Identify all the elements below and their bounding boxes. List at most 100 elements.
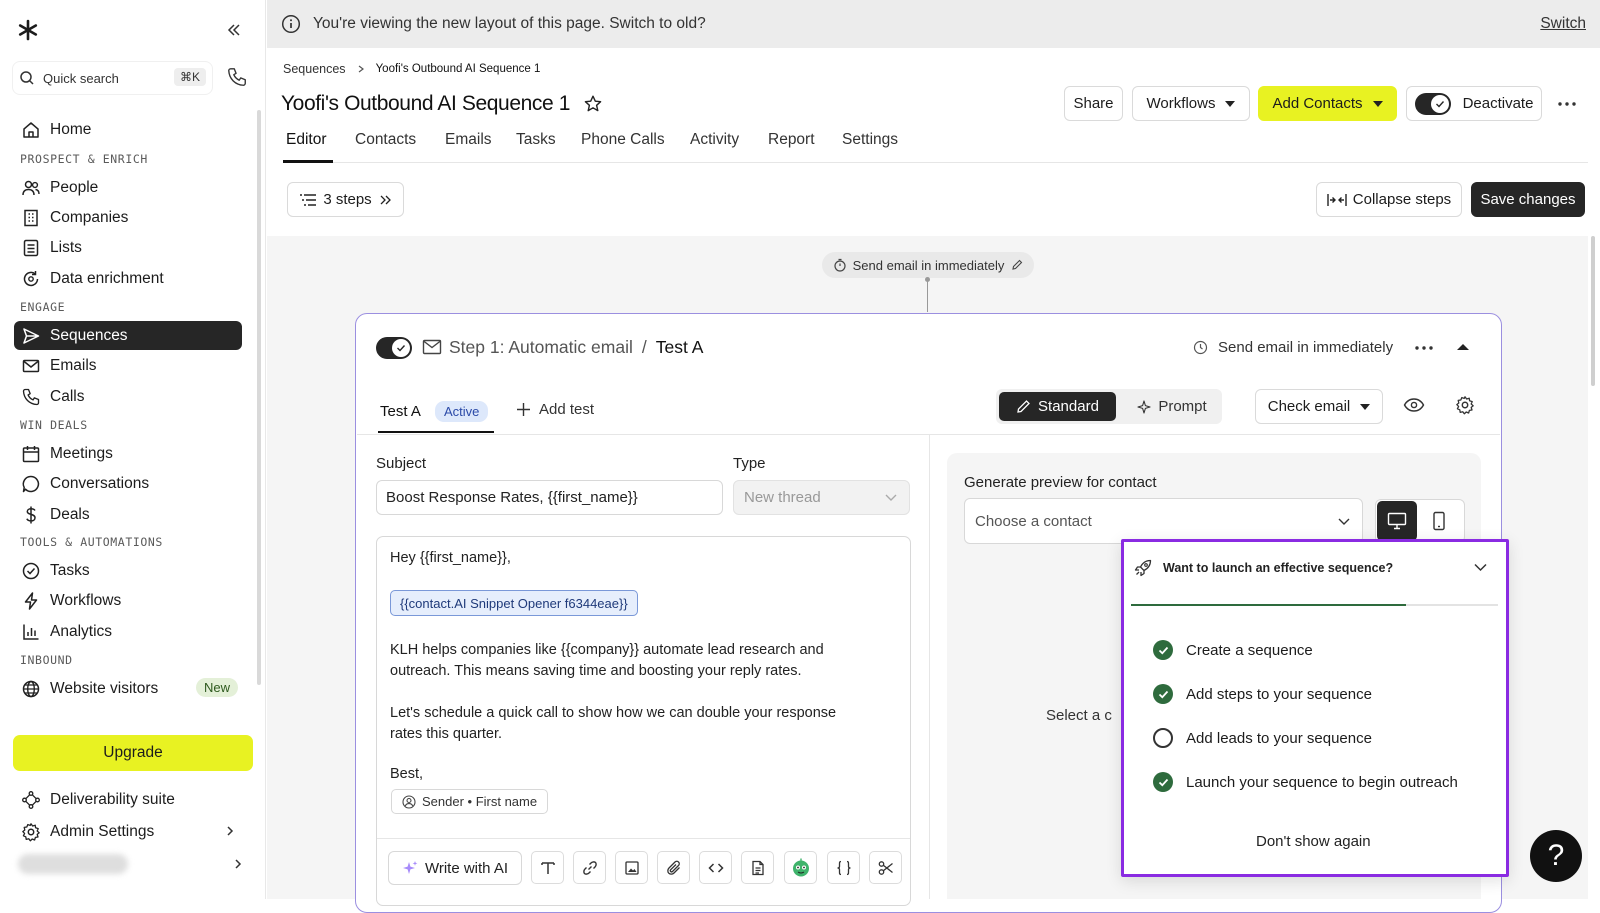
sidebar-item-lists[interactable]: Lists <box>14 233 242 262</box>
clock-icon <box>1193 340 1208 355</box>
checklist-item[interactable]: Add leads to your sequence <box>1153 728 1372 748</box>
sidebar-item-label: Analytics <box>50 622 113 640</box>
steps-button[interactable]: 3 steps <box>287 182 404 217</box>
tab-tasks[interactable]: Tasks <box>516 131 556 149</box>
deactivate-button[interactable]: Deactivate <box>1406 86 1542 121</box>
sidebar-item-home[interactable]: Home <box>14 115 242 144</box>
more-options-icon[interactable] <box>1558 102 1576 106</box>
sidebar-item-tasks[interactable]: Tasks <box>14 556 242 585</box>
sidebar-item-data-enrichment[interactable]: Data enrichment <box>14 264 242 293</box>
tab-editor[interactable]: Editor <box>286 131 327 149</box>
checklist-item[interactable]: Create a sequence <box>1153 640 1313 660</box>
chevron-right-icon[interactable] <box>232 858 244 870</box>
variables-braces-icon[interactable] <box>827 851 860 884</box>
document-icon[interactable] <box>741 851 774 884</box>
test-tab-a[interactable]: Test A <box>380 403 421 420</box>
checklist-item[interactable]: Add steps to your sequence <box>1153 684 1372 704</box>
sidebar-item-analytics[interactable]: Analytics <box>14 617 242 646</box>
ai-snippet-chip[interactable]: {{contact.AI Snippet Opener f6344eae}} <box>390 590 638 616</box>
switch-link[interactable]: Switch <box>1540 15 1586 33</box>
sidebar-scrollbar[interactable] <box>257 110 261 685</box>
caret-down-icon <box>1360 403 1371 411</box>
contact-select[interactable]: Choose a contact <box>964 498 1363 544</box>
share-button[interactable]: Share <box>1064 86 1123 121</box>
step-toggle[interactable] <box>376 337 412 359</box>
link-icon[interactable] <box>573 851 606 884</box>
tab-contacts[interactable]: Contacts <box>355 131 416 149</box>
workflows-button[interactable]: Workflows <box>1132 86 1250 121</box>
add-test-button[interactable]: Add test <box>516 401 594 418</box>
sidebar-item-label: Deliverability suite <box>50 790 175 808</box>
add-contacts-label: Add Contacts <box>1272 95 1363 112</box>
step-timing[interactable]: Send email in immediately <box>1193 339 1393 356</box>
breadcrumb-root[interactable]: Sequences <box>283 62 346 76</box>
tab-emails[interactable]: Emails <box>445 131 492 149</box>
sidebar-item-sequences[interactable]: Sequences <box>14 321 242 350</box>
write-with-ai-button[interactable]: Write with AI <box>388 851 522 885</box>
sidebar-item-admin-settings[interactable]: Admin Settings <box>14 817 242 846</box>
trigger-pill[interactable]: Send email in immediately <box>822 252 1034 278</box>
plus-icon <box>516 402 531 417</box>
sidebar-item-workflows[interactable]: Workflows <box>14 586 242 615</box>
upgrade-button[interactable]: Upgrade <box>13 735 253 771</box>
subject-input[interactable]: Boost Response Rates, {{first_name}} <box>376 480 723 515</box>
collapse-up-icon[interactable] <box>1457 343 1469 351</box>
phone-icon[interactable] <box>226 66 248 88</box>
sidebar-item-companies[interactable]: Companies <box>14 203 242 232</box>
collapse-steps-label: Collapse steps <box>1352 191 1452 208</box>
pencil-icon <box>1011 259 1023 271</box>
add-contacts-button[interactable]: Add Contacts <box>1258 86 1397 121</box>
active-toggle[interactable] <box>1414 92 1451 115</box>
code-icon[interactable] <box>699 851 732 884</box>
sender-chip[interactable]: Sender • First name <box>391 789 549 814</box>
sidebar-item-website-visitors[interactable]: Website visitors New <box>14 674 242 703</box>
eye-icon[interactable] <box>1403 397 1425 413</box>
check-email-button[interactable]: Check email <box>1255 389 1383 424</box>
sidebar-item-emails[interactable]: Emails <box>14 351 242 380</box>
star-icon[interactable] <box>583 94 603 114</box>
ai-assistant-icon[interactable] <box>784 851 817 884</box>
collapse-icon <box>1327 192 1347 208</box>
dont-show-again-button[interactable]: Don't show again <box>1256 833 1371 850</box>
mode-prompt[interactable]: Prompt <box>1126 392 1218 421</box>
image-icon[interactable] <box>615 851 648 884</box>
tab-settings[interactable]: Settings <box>842 131 898 149</box>
sidebar-item-calls[interactable]: Calls <box>14 382 242 411</box>
tab-report[interactable]: Report <box>768 131 815 149</box>
onboarding-checklist <box>1121 539 1509 877</box>
sidebar-item-conversations[interactable]: Conversations <box>14 469 242 498</box>
type-select[interactable]: New thread <box>733 480 910 515</box>
sidebar-item-people[interactable]: People <box>14 173 242 202</box>
sidebar-item-deals[interactable]: Deals <box>14 500 242 529</box>
chevron-down-icon[interactable] <box>1474 563 1487 572</box>
checklist-item[interactable]: Launch your sequence to begin outreach <box>1153 772 1458 792</box>
sender-chip-label: Sender • First name <box>422 794 538 809</box>
collapse-sidebar-icon[interactable] <box>226 22 242 38</box>
tab-activity[interactable]: Activity <box>690 131 739 149</box>
empty-circle-icon <box>1153 728 1173 748</box>
steps-label: 3 steps <box>323 191 372 208</box>
checklist-item-label: Add steps to your sequence <box>1186 685 1372 703</box>
help-button[interactable]: ? <box>1530 830 1582 882</box>
logo-icon[interactable] <box>17 19 39 41</box>
attachment-icon[interactable] <box>657 851 690 884</box>
section-prospect: PROSPECT & ENRICH <box>20 152 148 166</box>
sidebar-item-label: Lists <box>50 238 82 256</box>
desktop-icon[interactable] <box>1377 501 1417 541</box>
tab-phone-calls[interactable]: Phone Calls <box>581 131 665 149</box>
scissors-icon[interactable] <box>869 851 902 884</box>
collapse-steps-button[interactable]: Collapse steps <box>1316 182 1462 217</box>
mobile-icon[interactable] <box>1432 511 1446 531</box>
dollar-icon <box>20 504 42 526</box>
save-changes-button[interactable]: Save changes <box>1471 182 1585 217</box>
settings-gear-icon[interactable] <box>1455 395 1475 415</box>
mode-standard-label: Standard <box>1038 398 1099 415</box>
step-more-icon[interactable] <box>1415 346 1433 350</box>
text-format-icon[interactable] <box>531 851 564 884</box>
quick-search[interactable]: Quick search ⌘K <box>13 62 212 94</box>
user-profile-blurred[interactable] <box>18 854 128 874</box>
mode-standard[interactable]: Standard <box>999 392 1116 421</box>
sidebar-item-deliverability[interactable]: Deliverability suite <box>14 785 242 814</box>
sidebar-item-meetings[interactable]: Meetings <box>14 439 242 468</box>
canvas-scrollbar[interactable] <box>1591 236 1595 386</box>
